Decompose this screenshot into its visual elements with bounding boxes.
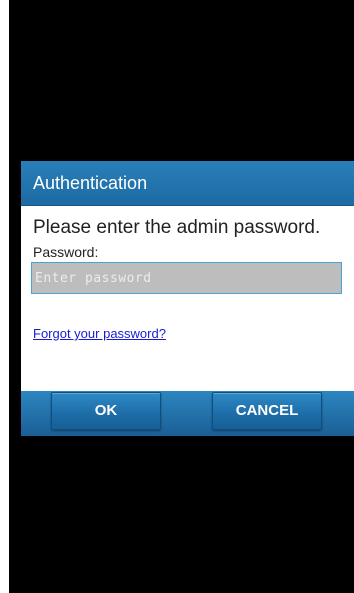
dialog-prompt: Please enter the admin password. — [33, 217, 321, 238]
dialog-title: Authentication — [33, 173, 148, 193]
cancel-button[interactable]: CANCEL — [212, 392, 322, 430]
password-input[interactable] — [31, 262, 342, 294]
dialog-button-bar: OK CANCEL — [21, 391, 354, 436]
forgot-password-link[interactable]: Forgot your password? — [33, 326, 166, 342]
ok-button[interactable]: OK — [51, 392, 161, 430]
password-label: Password: — [33, 244, 99, 260]
dialog-header: Authentication — [21, 161, 354, 206]
authentication-dialog: Authentication Please enter the admin pa… — [21, 161, 354, 436]
